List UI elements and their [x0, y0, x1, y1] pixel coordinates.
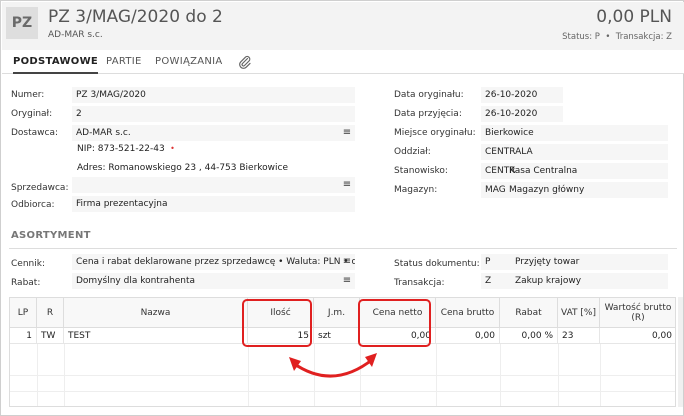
- dostawca-field[interactable]: AD-MAR s.c.: [72, 125, 355, 141]
- oryginal-label: Oryginał:: [11, 109, 53, 119]
- cennik-field[interactable]: Cena i rabat deklarowane przez sprzedawc…: [72, 254, 355, 270]
- column-header-cena-brutto[interactable]: Cena brutto: [436, 298, 500, 328]
- status-dokumentu-code: P: [485, 257, 491, 267]
- cell-lp[interactable]: 1: [10, 328, 37, 344]
- miejsce-oryginalu-field[interactable]: Bierkowice: [481, 125, 668, 141]
- grid-line: [500, 344, 501, 406]
- paperclip-icon[interactable]: [238, 55, 252, 69]
- section-divider: [9, 248, 677, 249]
- odbiorca-label: Odbiorca:: [11, 200, 55, 210]
- dostawca-menu-icon[interactable]: ≡: [342, 125, 352, 141]
- data-przyjecia-field[interactable]: 26-10-2020: [481, 106, 563, 122]
- magazyn-code: MAG: [485, 185, 506, 195]
- page-title: PZ 3/MAG/2020 do 2: [48, 7, 223, 27]
- cell-cena-brutto[interactable]: 0,00: [436, 328, 500, 344]
- tab-bar: PODSTAWOWE PARTIE POWIĄZANIA: [2, 50, 684, 74]
- column-header-jm[interactable]: J.m.: [314, 298, 360, 328]
- cell-r[interactable]: TW: [37, 328, 64, 344]
- numer-field[interactable]: PZ 3/MAG/2020: [72, 87, 355, 103]
- dostawca-adres: Adres: Romanowskiego 23 , 44-753 Bierkow…: [77, 163, 288, 173]
- transaction-value: Z: [666, 32, 672, 42]
- column-header-r[interactable]: R: [37, 298, 64, 328]
- magazyn-label: Magazyn:: [394, 185, 438, 195]
- vertical-scrollbar[interactable]: [678, 297, 683, 407]
- dostawca-label: Dostawca:: [11, 128, 59, 138]
- status-dokumentu-label: Status dokumentu:: [394, 259, 480, 269]
- nip-label: NIP:: [77, 144, 95, 154]
- document-window: PZ PZ 3/MAG/2020 do 2 AD-MAR s.c. 0,00 P…: [0, 0, 684, 416]
- transakcja-name: Zakup krajowy: [515, 276, 582, 286]
- tab-podstawowe[interactable]: PODSTAWOWE: [13, 50, 99, 74]
- numer-label: Numer:: [11, 90, 45, 100]
- nip-status-dot-icon: •: [167, 144, 175, 153]
- data-oryginalu-field[interactable]: 26-10-2020: [481, 87, 563, 103]
- column-header-wartosc-brutto[interactable]: Wartość brutto (R): [600, 298, 675, 328]
- oddzial-field[interactable]: CENTRALA: [481, 144, 668, 160]
- status-value: P: [594, 32, 600, 42]
- transaction-label: Transakcja:: [615, 32, 664, 42]
- grid-line: [436, 344, 437, 406]
- document-type-icon: PZ: [6, 7, 38, 39]
- cell-nazwa[interactable]: TEST: [64, 328, 248, 344]
- highlight-box-cena-netto: [358, 299, 431, 347]
- data-przyjecia-label: Data przyjęcia:: [394, 109, 462, 119]
- grid-line: [37, 344, 38, 406]
- status-dokumentu-field[interactable]: P Przyjęty towar: [481, 254, 668, 270]
- cennik-menu-icon[interactable]: ≡: [342, 254, 352, 270]
- magazyn-name: Magazyn główny: [509, 185, 585, 195]
- transakcja-label: Transakcja:: [394, 278, 445, 288]
- transakcja-field[interactable]: Z Zakup krajowy: [481, 273, 668, 289]
- data-oryginalu-label: Data oryginału:: [394, 90, 464, 100]
- section-title-asortyment: ASORTYMENT: [11, 230, 91, 241]
- miejsce-oryginalu-label: Miejsce oryginału:: [394, 128, 476, 138]
- stanowisko-name: Kasa Centralna: [509, 166, 578, 176]
- sprzedawca-label: Sprzedawca:: [11, 183, 69, 193]
- tab-powiazania[interactable]: POWIĄZANIA: [155, 50, 223, 74]
- column-header-nazwa[interactable]: Nazwa: [64, 298, 248, 328]
- sprzedawca-field[interactable]: [72, 177, 355, 193]
- cell-jm[interactable]: szt: [314, 328, 360, 344]
- nip-value: 873-521-22-43: [97, 144, 165, 154]
- grid-line: [64, 344, 65, 406]
- table-row-empty: [10, 392, 675, 406]
- document-total-amount: 0,00 PLN: [596, 7, 672, 27]
- page-subtitle: AD-MAR s.c.: [48, 30, 103, 40]
- grid-line: [248, 344, 249, 406]
- grid-line: [558, 344, 559, 406]
- grid-line: [600, 344, 601, 406]
- stanowisko-label: Stanowisko:: [394, 166, 448, 176]
- tab-partie[interactable]: PARTIE: [106, 50, 142, 74]
- double-arrow-annotation-icon: [289, 353, 377, 378]
- cell-rabat[interactable]: 0,00 %: [500, 328, 558, 344]
- cennik-label: Cennik:: [11, 259, 45, 269]
- adres-value: Romanowskiego 23 , 44-753 Bierkowice: [108, 163, 289, 173]
- odbiorca-field[interactable]: Firma prezentacyjna: [72, 196, 355, 212]
- column-header-rabat[interactable]: Rabat: [500, 298, 558, 328]
- status-label: Status:: [562, 32, 593, 42]
- stanowisko-field[interactable]: CENTR Kasa Centralna: [481, 163, 668, 179]
- rabat-menu-icon[interactable]: ≡: [342, 273, 352, 289]
- magazyn-field[interactable]: MAG Magazyn główny: [481, 182, 668, 198]
- sprzedawca-menu-icon[interactable]: ≡: [342, 177, 352, 193]
- adres-label: Adres:: [77, 163, 106, 173]
- status-dokumentu-name: Przyjęty towar: [515, 257, 580, 267]
- column-header-vat[interactable]: VAT [%]: [558, 298, 600, 328]
- column-header-lp[interactable]: LP: [10, 298, 37, 328]
- oddzial-label: Oddział:: [394, 147, 431, 157]
- transakcja-code: Z: [485, 276, 492, 286]
- status-line: Status: P • Transakcja: Z: [562, 32, 672, 42]
- rabat-field[interactable]: Domyślny dla kontrahenta: [72, 273, 355, 289]
- dostawca-nip: NIP: 873-521-22-43 •: [77, 144, 175, 154]
- cell-wartosc-brutto[interactable]: 0,00: [600, 328, 675, 344]
- cell-vat[interactable]: 23: [558, 328, 600, 344]
- rabat-label: Rabat:: [11, 278, 41, 288]
- oryginal-field[interactable]: 2: [72, 106, 355, 122]
- highlight-box-ilosc: [242, 299, 312, 347]
- document-header: PZ PZ 3/MAG/2020 do 2 AD-MAR s.c. 0,00 P…: [2, 2, 684, 50]
